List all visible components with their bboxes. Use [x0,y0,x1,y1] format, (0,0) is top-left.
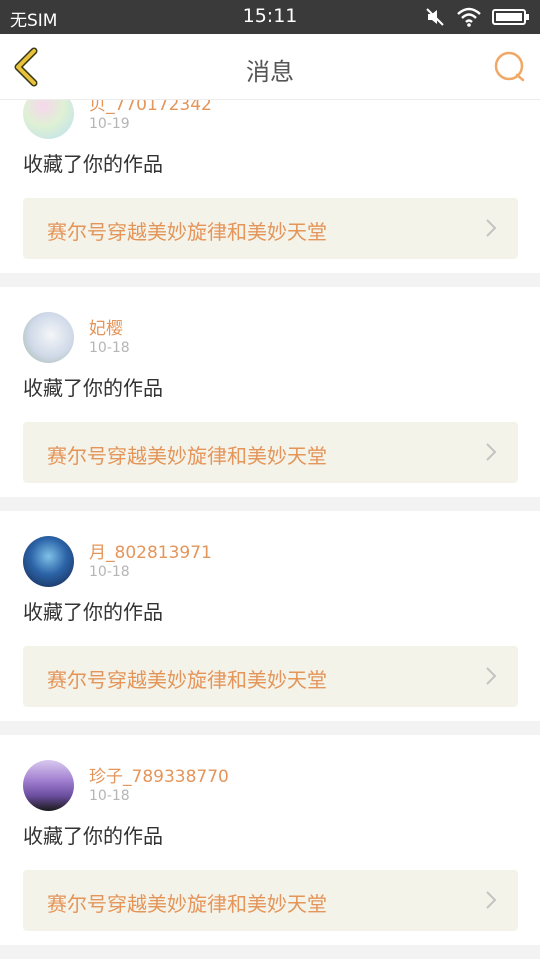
message-date: 10-18 [89,564,130,580]
message-card: 珍子_789338770 10-18 收藏了你的作品 赛尔号穿越美妙旋律和美妙天… [0,760,540,970]
username[interactable]: 月_802813971 [89,538,212,563]
search-icon[interactable] [492,49,528,85]
username[interactable]: 妃樱 [89,314,123,339]
work-title: 赛尔号穿越美妙旋律和美妙天堂 [47,892,327,916]
message-card: 妃樱 10-18 收藏了你的作品 赛尔号穿越美妙旋律和美妙天堂 [0,312,540,522]
message-card: 贝_770172342 10-19 收藏了你的作品 赛尔号穿越美妙旋律和美妙天堂 [0,88,540,298]
message-action: 收藏了你的作品 [23,600,163,624]
work-title: 赛尔号穿越美妙旋律和美妙天堂 [47,220,327,244]
divider [0,497,540,511]
message-action: 收藏了你的作品 [23,824,163,848]
divider [0,273,540,287]
message-action: 收藏了你的作品 [23,152,163,176]
avatar[interactable] [23,312,74,363]
avatar[interactable] [23,760,74,811]
chevron-right-icon [486,667,497,685]
message-date: 10-18 [89,788,130,804]
chevron-right-icon [486,219,497,237]
divider [0,945,540,959]
message-date: 10-18 [89,340,130,356]
chevron-right-icon [486,443,497,461]
top-nav-bar: 消息 [0,34,540,100]
work-link[interactable]: 赛尔号穿越美妙旋律和美妙天堂 [23,870,518,931]
message-action: 收藏了你的作品 [23,376,163,400]
work-link[interactable]: 赛尔号穿越美妙旋律和美妙天堂 [23,198,518,259]
avatar[interactable] [23,536,74,587]
username[interactable]: 珍子_789338770 [89,762,229,787]
message-card: 月_802813971 10-18 收藏了你的作品 赛尔号穿越美妙旋律和美妙天堂 [0,536,540,746]
divider [0,721,540,735]
chevron-right-icon [486,891,497,909]
message-date: 10-19 [89,116,130,132]
work-title: 赛尔号穿越美妙旋律和美妙天堂 [47,668,327,692]
page-title: 消息 [246,58,294,86]
work-title: 赛尔号穿越美妙旋律和美妙天堂 [47,444,327,468]
work-link[interactable]: 赛尔号穿越美妙旋律和美妙天堂 [23,646,518,707]
work-link[interactable]: 赛尔号穿越美妙旋律和美妙天堂 [23,422,518,483]
message-list[interactable]: 贝_770172342 10-19 收藏了你的作品 赛尔号穿越美妙旋律和美妙天堂… [0,0,540,970]
